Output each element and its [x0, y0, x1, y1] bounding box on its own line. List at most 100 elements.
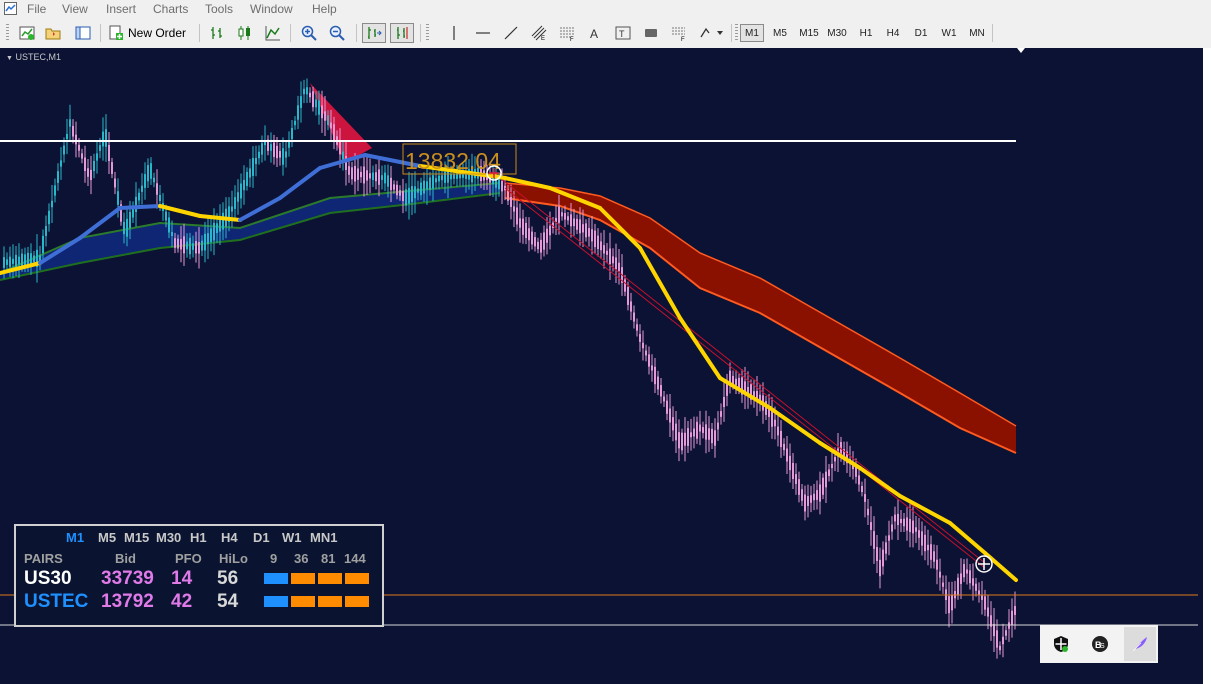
dash-timeframe-m5[interactable]: M5 [98, 530, 116, 545]
timeframe-h4-button[interactable]: H4 [882, 24, 904, 42]
candle-body [714, 430, 716, 446]
bid-header: Bid [115, 551, 136, 566]
candlestick-icon[interactable] [234, 23, 256, 43]
collapse-arrow-icon[interactable]: ▼ [6, 55, 13, 62]
horizontal-line-icon[interactable] [472, 23, 494, 43]
trendline-icon[interactable] [500, 23, 522, 43]
candle-body [414, 186, 416, 199]
symbol-timeframe: USTEC,M1 [15, 52, 61, 62]
candle-body [909, 518, 911, 533]
dash-timeframe-m1[interactable]: M1 [66, 530, 84, 545]
vertical-line-icon[interactable] [443, 23, 465, 43]
timeframe-m5-button[interactable]: M5 [768, 24, 792, 42]
menu-file[interactable]: File [27, 2, 46, 16]
dash-timeframe-h1[interactable]: H1 [190, 530, 207, 545]
timeframe-w1-button[interactable]: W1 [938, 24, 960, 42]
timeframe-mn-button[interactable]: MN [966, 24, 988, 42]
candle-body [21, 253, 23, 267]
candle-body [342, 151, 344, 160]
candle-body [804, 494, 806, 512]
candle-body [591, 229, 593, 242]
candle-body [165, 211, 167, 221]
candle-body [723, 396, 725, 408]
shield-icon[interactable] [1048, 631, 1074, 657]
candle-body [339, 141, 341, 155]
candle-body [822, 477, 824, 495]
dash-timeframe-m15[interactable]: M15 [124, 530, 149, 545]
menu-charts[interactable]: Charts [153, 2, 188, 16]
candle-body [717, 422, 719, 430]
new-order-button[interactable]: New Order [108, 22, 192, 44]
menu-view[interactable]: View [62, 2, 88, 16]
candle-body [549, 225, 551, 236]
candle-body [705, 424, 707, 440]
bar-chart-icon[interactable] [206, 23, 228, 43]
candle-body [72, 125, 74, 137]
candle-body [912, 520, 914, 534]
dash-timeframe-h4[interactable]: H4 [221, 530, 238, 545]
chart-shift-icon[interactable] [390, 23, 414, 43]
candle-body [801, 489, 803, 501]
candle-body [819, 484, 821, 502]
candle-body [891, 524, 893, 532]
navigator-icon[interactable] [72, 23, 94, 43]
zoom-in-icon[interactable] [298, 23, 320, 43]
timeframe-m15-button[interactable]: M15 [796, 24, 822, 42]
new-chart-icon[interactable] [16, 23, 38, 43]
timeframe-h1-button[interactable]: H1 [855, 24, 877, 42]
text-label-icon[interactable]: T [612, 23, 634, 43]
candle-body [231, 206, 233, 212]
candle-body [189, 237, 191, 255]
candle-body [618, 262, 620, 271]
dash-timeframe-m30[interactable]: M30 [156, 530, 181, 545]
candle-body [243, 179, 245, 191]
autoscroll-icon[interactable] [362, 23, 386, 43]
menu-insert[interactable]: Insert [106, 2, 136, 16]
dash-timeframe-mn1[interactable]: MN1 [310, 530, 337, 545]
candle-body [360, 171, 362, 178]
arrows-dropdown-icon[interactable] [696, 23, 726, 43]
fibonacci-retracement-icon[interactable]: F [556, 23, 578, 43]
timeframe-d1-button[interactable]: D1 [910, 24, 932, 42]
candle-body [96, 153, 98, 161]
toolbar-grip[interactable] [6, 24, 9, 42]
period-36-header: 36 [294, 551, 309, 566]
zoom-out-icon[interactable] [326, 23, 348, 43]
timeframe-m1-button[interactable]: M1 [740, 24, 764, 42]
candle-body [90, 169, 92, 181]
toolbar-grip[interactable] [426, 24, 429, 42]
dash-timeframe-w1[interactable]: W1 [282, 530, 302, 545]
candle-body [276, 145, 278, 159]
candle-body [258, 151, 260, 159]
toolbar-grip[interactable] [735, 24, 738, 42]
rectangle-icon[interactable] [640, 23, 662, 43]
candle-body [450, 173, 452, 180]
candle-body [318, 100, 320, 115]
candle-body [42, 235, 44, 254]
menu-help[interactable]: Help [312, 2, 337, 16]
line-chart-icon[interactable] [262, 23, 284, 43]
menu-tools[interactable]: Tools [205, 2, 233, 16]
text-icon[interactable]: A [584, 23, 606, 43]
candle-body [54, 185, 56, 196]
equidistant-channel-icon[interactable]: E [528, 23, 550, 43]
candle-body [699, 424, 701, 432]
feather-icon[interactable] [1124, 627, 1156, 661]
candle-body [624, 279, 626, 292]
candle-body [798, 479, 800, 495]
candle-body [693, 428, 695, 437]
candle-body [399, 190, 401, 196]
candle-body [678, 432, 680, 449]
profiles-icon[interactable] [42, 23, 64, 43]
menu-window[interactable]: Window [250, 2, 293, 16]
trend-bar [318, 596, 342, 607]
candle-body [1002, 636, 1004, 645]
timeframe-m30-button[interactable]: M30 [824, 24, 850, 42]
dash-timeframe-d1[interactable]: D1 [253, 530, 270, 545]
bs-icon[interactable]: BS [1087, 631, 1113, 657]
candle-body [429, 177, 431, 190]
fibonacci-fan-icon[interactable]: F [668, 23, 690, 43]
candle-body [498, 179, 500, 190]
candle-body [864, 494, 866, 502]
candle-body [525, 222, 527, 239]
